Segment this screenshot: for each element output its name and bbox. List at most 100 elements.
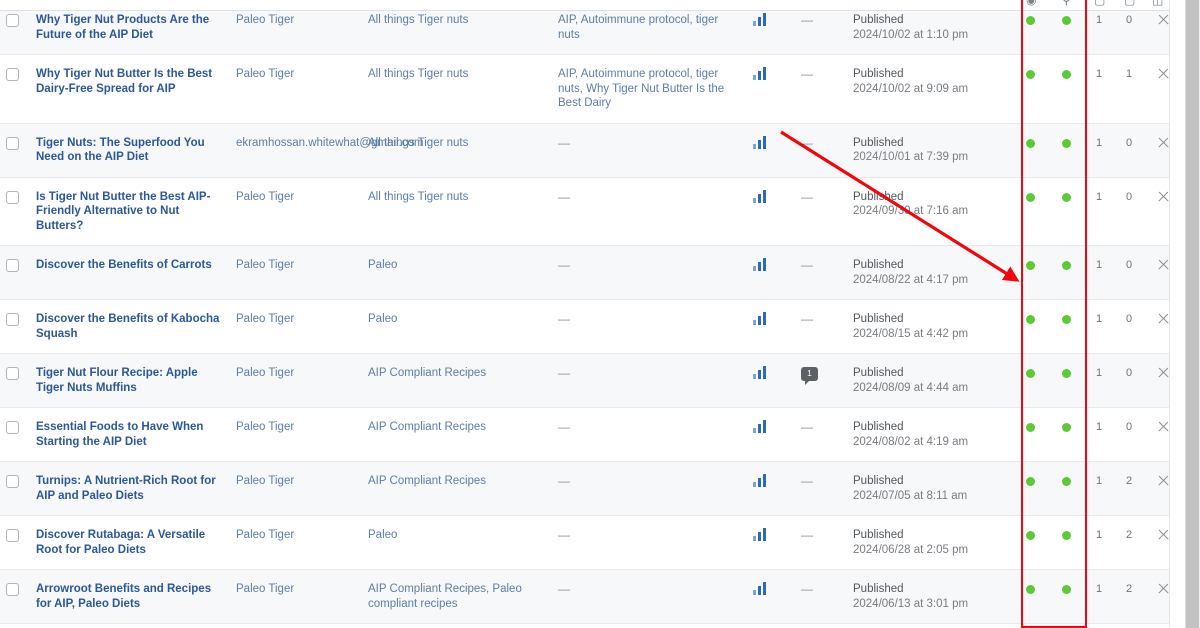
post-title-link[interactable]: Tiger Nuts: The Superfood You Need on th… (36, 136, 224, 165)
indexed-status-cell[interactable] (1012, 624, 1048, 628)
post-category-link[interactable]: All things Tiger nuts (368, 67, 546, 82)
post-tags-cell[interactable]: — (552, 123, 747, 177)
row-checkbox[interactable] (6, 68, 19, 81)
close-icon[interactable] (1157, 136, 1170, 149)
post-author-link[interactable]: Paleo Tiger (236, 312, 356, 327)
row-select-cell[interactable] (0, 300, 30, 354)
readable-status-cell[interactable] (1048, 246, 1084, 300)
row-remove-cell[interactable] (1144, 624, 1169, 628)
close-icon[interactable] (1157, 474, 1170, 487)
gauge-icon[interactable]: ◉ (1026, 0, 1036, 7)
post-title-link[interactable]: Why Tiger Nut Products Are the Future of… (36, 13, 224, 42)
indexed-status-cell[interactable] (1012, 300, 1048, 354)
post-title-link[interactable]: Discover the Benefits of Carrots (36, 258, 224, 273)
row-select-cell[interactable] (0, 246, 30, 300)
post-comments-cell[interactable]: — (795, 123, 847, 177)
post-tags-cell[interactable]: — (552, 246, 747, 300)
post-author-cell[interactable]: Paleo Tiger (230, 246, 362, 300)
close-icon[interactable] (1157, 528, 1170, 541)
bar-chart-icon[interactable] (753, 420, 768, 433)
post-tags-cell[interactable]: — (552, 516, 747, 570)
post-title-cell[interactable]: Turnips: A Nutrient-Rich Root for AIP an… (30, 462, 230, 516)
post-title-cell[interactable]: Discover the Benefits of Carrots (30, 246, 230, 300)
close-icon[interactable] (1157, 420, 1170, 433)
post-stats-cell[interactable] (747, 354, 795, 408)
close-icon[interactable] (1157, 67, 1170, 80)
green-status-dot[interactable] (1026, 423, 1035, 432)
close-icon[interactable] (1157, 312, 1170, 325)
green-status-dot[interactable] (1062, 70, 1071, 79)
post-author-link[interactable]: Paleo Tiger (236, 474, 356, 489)
row-remove-cell[interactable] (1144, 177, 1169, 246)
row-remove-cell[interactable] (1144, 462, 1169, 516)
post-tags-cell[interactable]: — (552, 462, 747, 516)
post-author-cell[interactable]: Paleo Tiger (230, 462, 362, 516)
green-status-dot[interactable] (1026, 16, 1035, 25)
post-author-cell[interactable]: Paleo Tiger (230, 177, 362, 246)
readable-status-cell[interactable] (1048, 177, 1084, 246)
table-row[interactable]: Tiger Nut Flour Recipe: Apple Tiger Nuts… (0, 354, 1169, 408)
post-stats-cell[interactable] (747, 408, 795, 462)
post-categories-cell[interactable]: AIP Compliant Recipes (362, 408, 552, 462)
indexed-status-cell[interactable] (1012, 516, 1048, 570)
green-status-dot[interactable] (1026, 70, 1035, 79)
post-comments-cell[interactable]: — (795, 177, 847, 246)
green-status-dot[interactable] (1062, 16, 1071, 25)
box-icon[interactable]: ▢ (1124, 0, 1135, 7)
indexed-status-cell[interactable] (1012, 55, 1048, 124)
table-row[interactable]: Tiger Nuts: The Superfood You Need on th… (0, 123, 1169, 177)
post-stats-cell[interactable] (747, 246, 795, 300)
row-select-cell[interactable] (0, 624, 30, 628)
post-comments-cell[interactable]: 1 (795, 624, 847, 628)
post-title-cell[interactable]: Tiger Nuts: The Superfood You Need on th… (30, 123, 230, 177)
readable-status-cell[interactable] (1048, 516, 1084, 570)
table-row[interactable]: Turnips: A Nutrient-Rich Root for AIP an… (0, 462, 1169, 516)
row-checkbox[interactable] (6, 191, 19, 204)
post-title-link[interactable]: Is Tiger Nut Butter the Best AIP-Friendl… (36, 190, 224, 234)
green-status-dot[interactable] (1026, 139, 1035, 148)
green-status-dot[interactable] (1026, 369, 1035, 378)
close-icon[interactable] (1157, 13, 1170, 26)
post-stats-cell[interactable] (747, 462, 795, 516)
post-title-cell[interactable]: Tiger Nut Flour Recipe: Apple Tiger Nuts… (30, 354, 230, 408)
row-remove-cell[interactable] (1144, 354, 1169, 408)
post-author-link[interactable]: Paleo Tiger (236, 13, 356, 28)
table-row[interactable]: Discover the Benefits of Carrots Paleo Ti… (0, 246, 1169, 300)
post-tags-cell[interactable]: — (552, 177, 747, 246)
post-author-cell[interactable]: Paleo Tiger (230, 624, 362, 628)
post-author-cell[interactable]: Paleo Tiger (230, 570, 362, 624)
post-category-link[interactable]: AIP Compliant Recipes (368, 366, 546, 381)
post-stats-cell[interactable] (747, 123, 795, 177)
post-categories-cell[interactable]: All things Tiger nuts (362, 177, 552, 246)
bar-chart-icon[interactable] (753, 67, 768, 80)
green-status-dot[interactable] (1026, 477, 1035, 486)
post-comments-cell[interactable]: — (795, 408, 847, 462)
post-title-link[interactable]: Discover Rutabaga: A Versatile Root for … (36, 528, 224, 557)
post-author-link[interactable]: Paleo Tiger (236, 258, 356, 273)
close-icon[interactable] (1157, 366, 1170, 379)
post-comments-cell[interactable]: — (795, 246, 847, 300)
readable-status-cell[interactable] (1048, 123, 1084, 177)
bar-chart-icon[interactable] (753, 190, 768, 203)
close-icon[interactable] (1157, 582, 1170, 595)
row-checkbox[interactable] (6, 259, 19, 272)
post-category-link[interactable]: All things Tiger nuts (368, 190, 546, 205)
post-title-cell[interactable]: Discover Rutabaga: A Versatile Root for … (30, 516, 230, 570)
row-remove-cell[interactable] (1144, 246, 1169, 300)
post-stats-cell[interactable] (747, 516, 795, 570)
table-row[interactable]: Discover the Benefits of Kabocha SquashP… (0, 300, 1169, 354)
indexed-status-cell[interactable] (1012, 570, 1048, 624)
post-title-cell[interactable]: Essential Foods to Have When Starting th… (30, 408, 230, 462)
green-status-dot[interactable] (1062, 193, 1071, 202)
post-title-cell[interactable]: Why Tiger Nut Butter Is the Best Dairy-F… (30, 55, 230, 124)
post-author-link[interactable]: Paleo Tiger (236, 67, 356, 82)
row-checkbox[interactable] (6, 421, 19, 434)
bar-chart-icon[interactable] (753, 312, 768, 325)
post-comments-cell[interactable]: — (795, 570, 847, 624)
table-row[interactable]: Plantains: Nutrition, Recipes & Tiger Nu… (0, 624, 1169, 628)
post-title-cell[interactable]: Plantains: Nutrition, Recipes & Tiger Nu… (30, 624, 230, 628)
post-comments-cell[interactable]: 1 (795, 354, 847, 408)
post-stats-cell[interactable] (747, 55, 795, 124)
post-comments-cell[interactable]: — (795, 300, 847, 354)
post-comments-cell[interactable]: — (795, 516, 847, 570)
